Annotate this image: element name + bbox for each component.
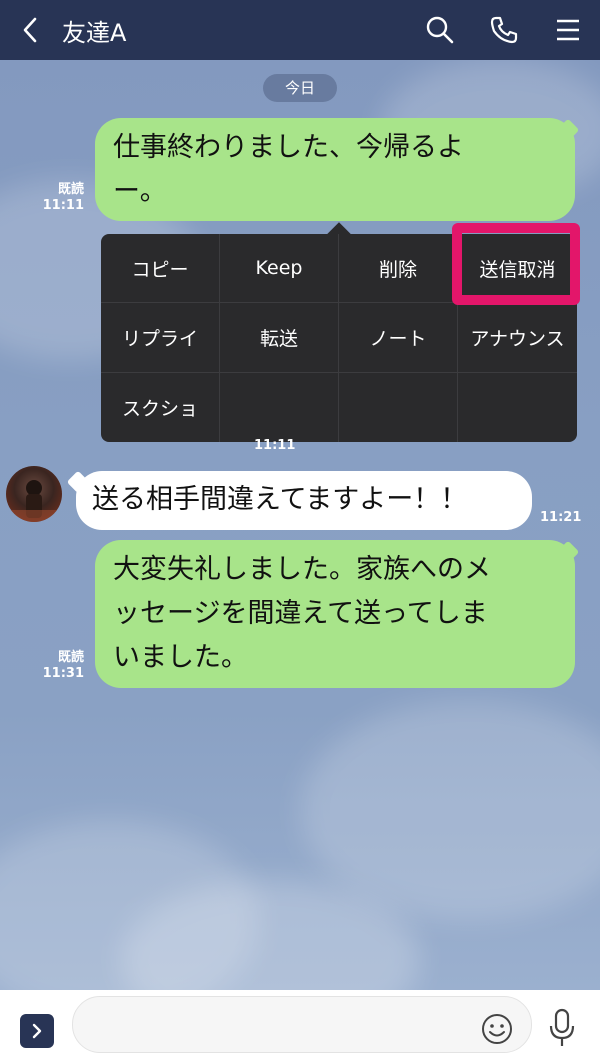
message-time: 11:11 <box>254 438 296 453</box>
date-separator: 今日 <box>263 74 337 102</box>
menu-item-copy[interactable]: コピー <box>101 234 220 304</box>
smiley-icon[interactable] <box>480 1012 514 1046</box>
menu-item-delete[interactable]: 削除 <box>339 234 458 304</box>
search-icon <box>426 16 454 44</box>
microphone-icon[interactable] <box>546 1008 578 1048</box>
search-button[interactable] <box>408 0 472 60</box>
message-time: 11:21 <box>540 510 582 525</box>
chevron-left-icon <box>23 17 37 43</box>
message-input[interactable] <box>72 996 532 1053</box>
avatar[interactable] <box>6 466 62 522</box>
menu-item-keep[interactable]: Keep <box>220 234 339 304</box>
read-receipt: 既読 <box>57 182 84 197</box>
message-input-bar <box>0 990 600 1053</box>
message-text: ッセージを間違えて送ってしま <box>113 598 488 629</box>
menu-item-forward[interactable]: 転送 <box>220 303 339 373</box>
phone-icon <box>490 16 518 44</box>
chevron-right-icon <box>32 1023 42 1039</box>
menu-empty-cell <box>458 373 577 442</box>
message-text: いました。 <box>113 642 248 673</box>
expand-button[interactable] <box>20 1014 54 1048</box>
message-context-menu: コピー Keep 削除 送信取消 リプライ 転送 ノート アナウンス スクショ <box>101 234 577 442</box>
menu-item-unsend[interactable]: 送信取消 <box>458 234 577 304</box>
message-text: ー。 <box>113 176 167 207</box>
menu-item-announce[interactable]: アナウンス <box>458 303 577 373</box>
message-text: 送る相手間違えてますよー！！ <box>92 484 468 515</box>
avatar-image <box>6 480 62 522</box>
message-text: 仕事終わりました、今帰るよ <box>113 132 464 163</box>
message-meta: 既読 11:31 <box>40 650 84 682</box>
menu-item-reply[interactable]: リプライ <box>101 303 220 373</box>
message-text: 大変失礼しました。家族へのメ <box>113 554 491 585</box>
hamburger-menu-icon <box>557 19 579 41</box>
message-time: 11:31 <box>42 666 84 681</box>
menu-item-screenshot[interactable]: スクショ <box>101 372 220 442</box>
menu-empty-cell <box>220 372 339 442</box>
message-time: 11:11 <box>42 198 84 213</box>
chat-title: 友達A <box>62 18 127 47</box>
menu-empty-cell <box>339 372 458 442</box>
read-receipt: 既読 <box>57 650 84 665</box>
menu-button[interactable] <box>536 0 600 60</box>
message-meta: 既読 11:11 <box>40 182 84 214</box>
menu-item-note[interactable]: ノート <box>339 303 458 373</box>
call-button[interactable] <box>472 0 536 60</box>
chat-header: 友達A <box>0 0 600 60</box>
back-button[interactable] <box>0 0 60 60</box>
other-message-bubble[interactable]: 送る相手間違えてますよー！！ <box>76 471 532 530</box>
my-message-bubble[interactable]: 大変失礼しました。家族へのメ ッセージを間違えて送ってしま いました。 <box>95 540 575 688</box>
my-message-bubble[interactable]: 仕事終わりました、今帰るよ ー。 <box>95 118 575 221</box>
